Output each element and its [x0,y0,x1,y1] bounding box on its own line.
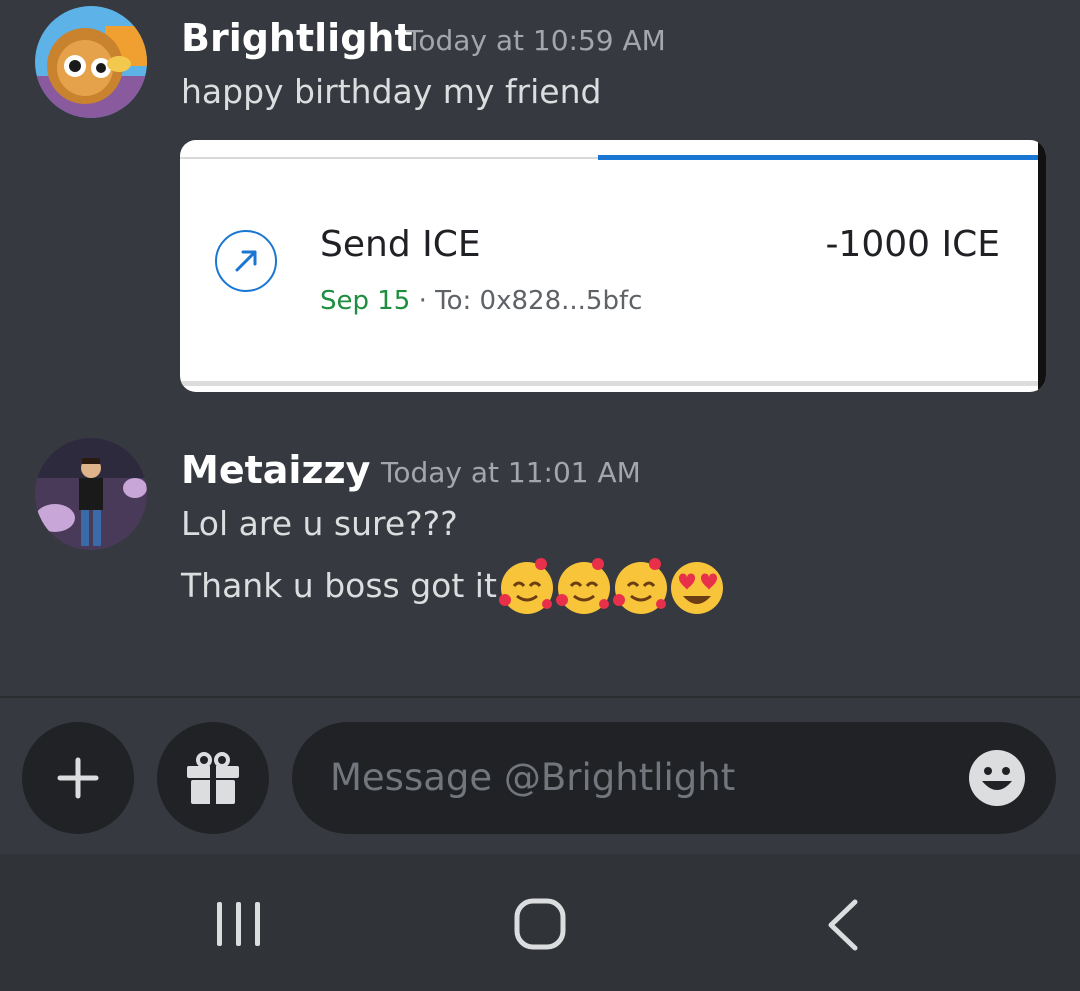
add-attachment-button[interactable] [22,722,134,834]
card-bottom-divider [180,381,1038,386]
message-text: happy birthday my friend [181,72,602,111]
transaction-card[interactable]: Send ICE -1000 ICE Sep 15 · To: 0x828...… [180,140,1046,392]
card-edge [1038,140,1046,392]
timestamp: Today at 11:01 AM [381,456,641,489]
username[interactable]: Brightlight [181,16,413,60]
smiling-face-with-hearts-icon [499,558,553,614]
message-group-brightlight: Brightlight Today at 10:59 AM happy birt… [0,0,1080,400]
back-icon[interactable] [805,890,885,960]
message-text: Lol are u sure??? [181,504,458,543]
plus-icon [57,757,99,799]
separator: · [410,286,436,316]
message-input[interactable]: Message @Brightlight [292,722,1056,834]
avatar-brightlight[interactable] [35,6,147,118]
smiling-face-with-hearts-icon [613,558,667,614]
message-text: Thank u boss got it [181,566,497,605]
heart-eyes-icon [671,562,723,614]
gift-icon [187,752,239,804]
arrow-up-right-icon [215,230,277,292]
transaction-amount: -1000 ICE [825,224,1000,265]
transaction-date: Sep 15 [320,286,411,316]
avatar-metaizzy[interactable] [35,438,147,550]
transaction-title: Send ICE [320,224,481,265]
emoji-picker-icon[interactable] [968,749,1026,807]
username[interactable]: Metaizzy [181,448,370,492]
gift-button[interactable] [157,722,269,834]
home-icon[interactable] [500,890,580,960]
timestamp: Today at 10:59 AM [406,24,666,57]
transaction-recipient: To: 0x828...5bfc [435,286,643,316]
recent-apps-icon[interactable] [199,890,279,960]
transaction-subtitle: Sep 15 · To: 0x828...5bfc [320,286,642,316]
message-input-placeholder: Message @Brightlight [330,756,736,799]
card-progress-bar [598,155,1038,160]
smiling-face-with-hearts-icon [556,558,610,614]
